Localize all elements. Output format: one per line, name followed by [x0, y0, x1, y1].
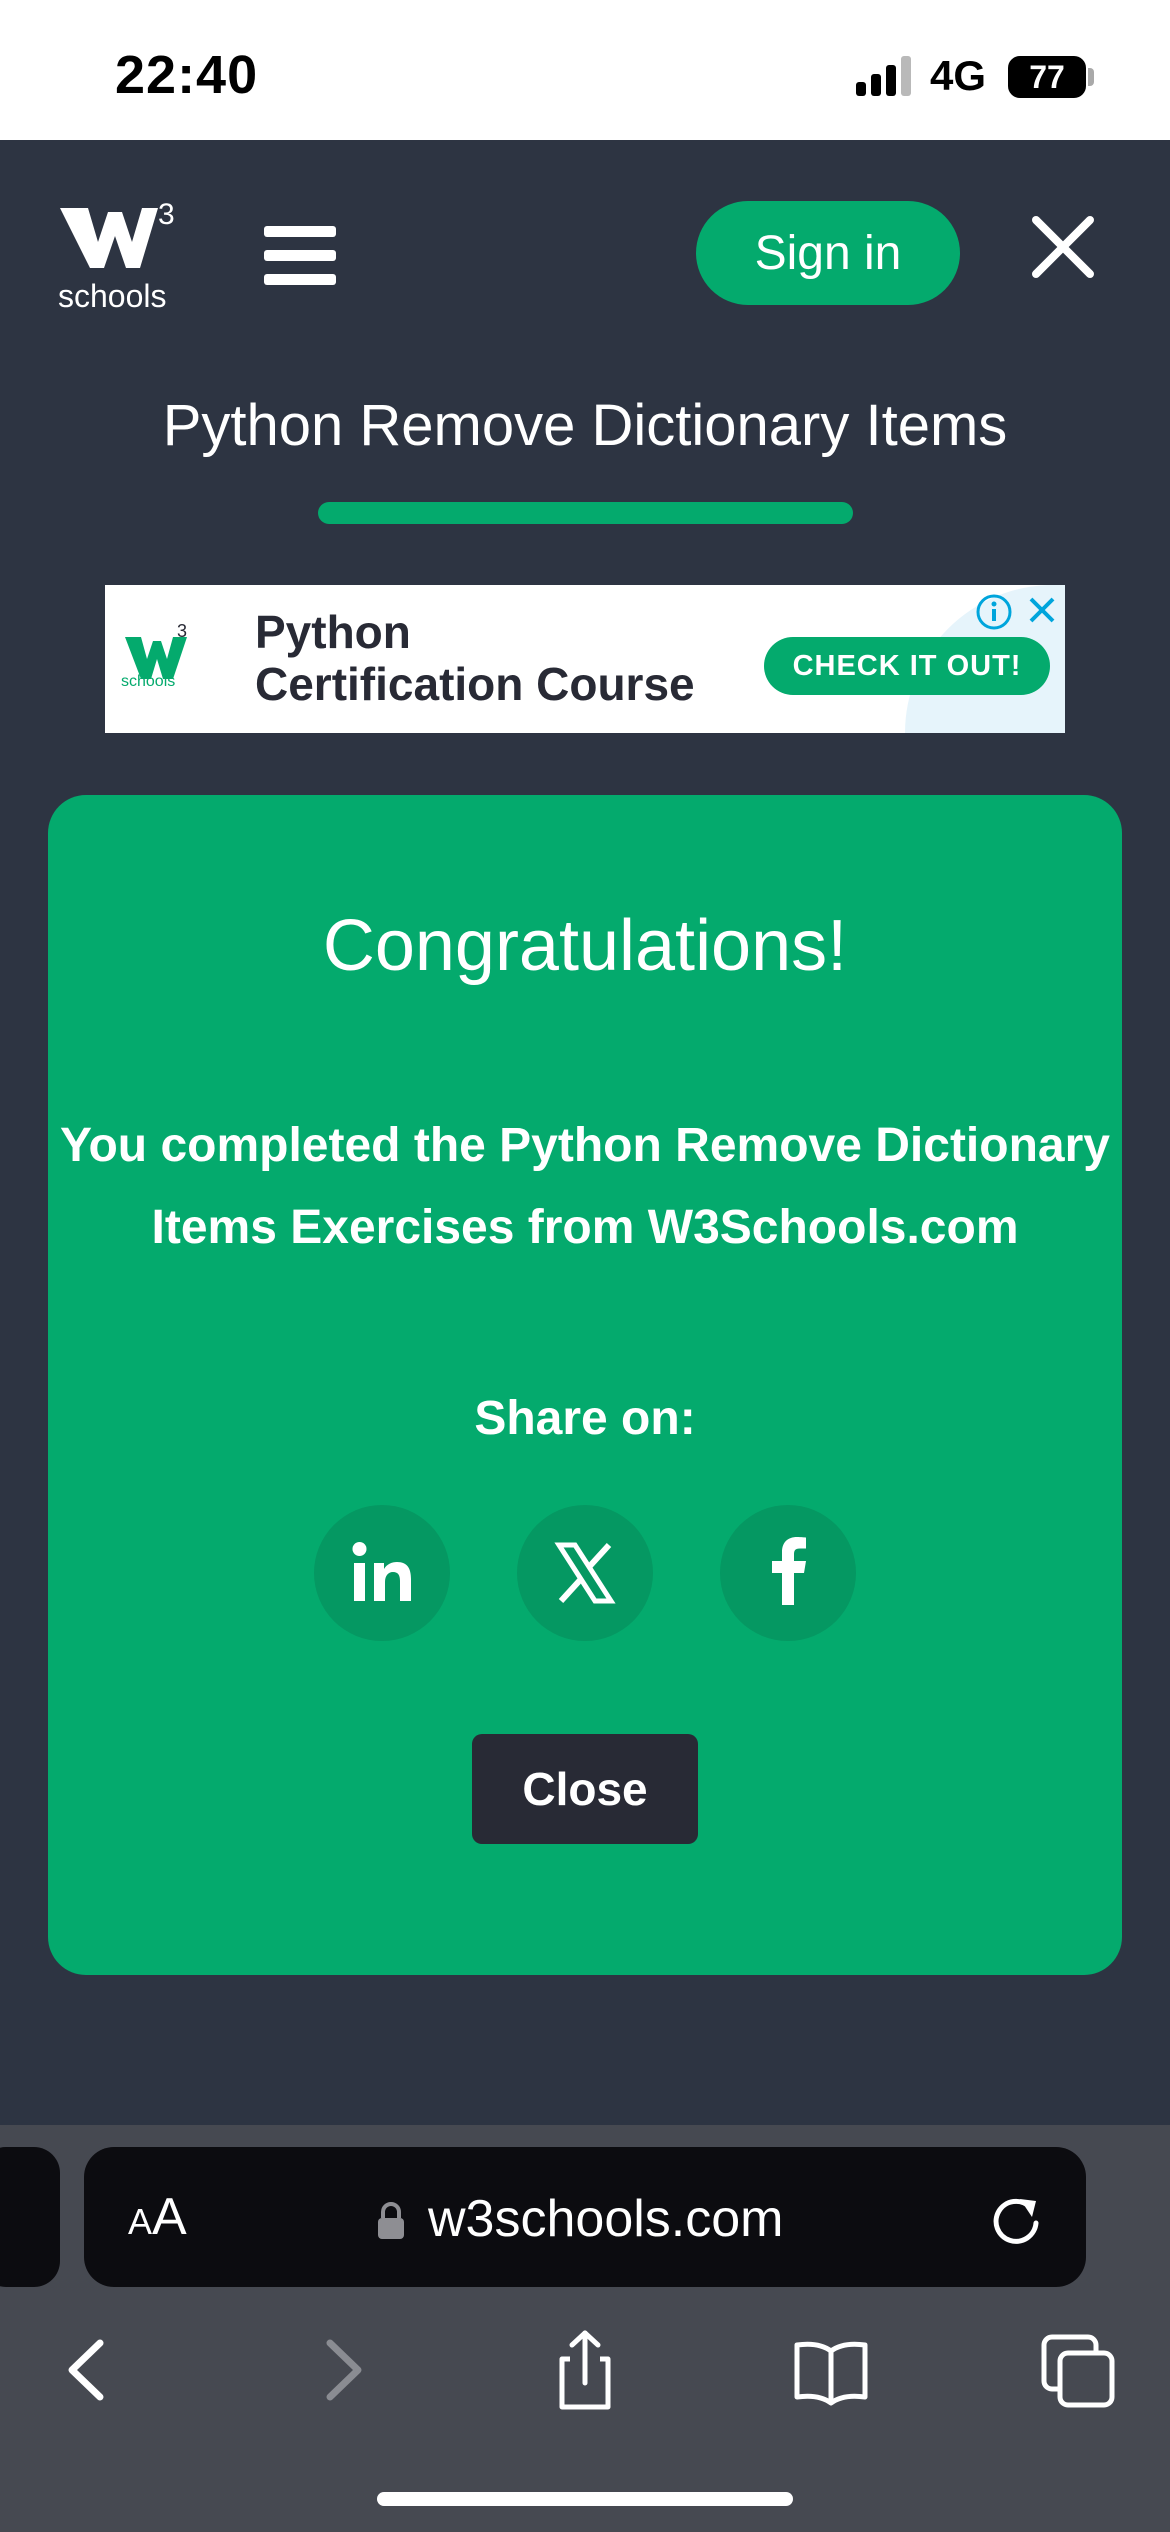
logo-text: schools [58, 278, 167, 314]
ad-logo-superscript: 3 [177, 621, 187, 641]
share-linkedin-button[interactable] [314, 1505, 450, 1641]
sign-in-button[interactable]: Sign in [696, 201, 960, 305]
modal-title: Congratulations! [322, 906, 848, 986]
bookmarks-icon[interactable] [786, 2325, 876, 2415]
share-icon[interactable] [540, 2325, 630, 2415]
ad-close-icon[interactable] [1025, 593, 1059, 627]
text-size-button[interactable]: AA [128, 2187, 187, 2247]
facebook-icon [772, 1537, 806, 1605]
status-time: 22:40 [115, 45, 259, 105]
status-bar: 22:40 4G 77 [0, 0, 1170, 140]
ad-info-icon[interactable] [975, 593, 1013, 631]
url-text: w3schools.com [428, 2190, 784, 2248]
text-size-label-small: A [128, 2201, 153, 2242]
reload-icon[interactable] [984, 2187, 1048, 2251]
modal-message-line-1: You completed the Python Remove Dictiona… [60, 1119, 1110, 1172]
share-label: Share on: [474, 1392, 696, 1445]
previous-tab-preview[interactable] [0, 2147, 60, 2287]
ad-logo-text: schools [121, 673, 176, 690]
signal-icon [856, 56, 914, 96]
x-icon [554, 1542, 616, 1604]
battery-level: 77 [1029, 59, 1065, 95]
share-x-button[interactable] [517, 1505, 653, 1641]
tabs-icon[interactable] [1034, 2325, 1124, 2415]
hamburger-menu-icon[interactable] [264, 226, 336, 286]
browser-toolbar: AA w3schools.com [0, 2125, 1170, 2532]
modal-message-line-2: Items Exercises from W3Schools.com [151, 1201, 1019, 1254]
w3-logo-mark: 3 [60, 198, 175, 268]
w3schools-logo[interactable]: 3 schools [58, 198, 188, 316]
network-type: 4G [930, 52, 987, 99]
home-indicator[interactable] [377, 2492, 793, 2506]
close-button[interactable]: Close [472, 1734, 698, 1844]
ad-line-2: Certification Course [255, 658, 695, 710]
battery-icon: 77 [1008, 56, 1086, 98]
modal-message: You completed the Python Remove Dictiona… [48, 1105, 1122, 1269]
progress-bar [318, 502, 853, 524]
ad-cta-button[interactable]: CHECK IT OUT! [764, 637, 1050, 695]
congratulations-modal: Congratulations! You completed the Pytho… [48, 795, 1122, 1975]
lock-icon [378, 2202, 404, 2239]
share-facebook-button[interactable] [720, 1505, 856, 1641]
ad-banner[interactable]: 3 schools Python Certification Course CH… [105, 585, 1065, 733]
ad-line-1: Python [255, 606, 411, 658]
forward-icon [326, 2339, 362, 2401]
back-icon[interactable] [44, 2325, 134, 2415]
address-bar[interactable]: AA w3schools.com [84, 2147, 1086, 2287]
linkedin-icon [352, 1542, 411, 1601]
logo-superscript: 3 [158, 198, 175, 231]
page-title: Python Remove Dictionary Items [162, 393, 1008, 458]
text-size-label-large: A [152, 2188, 187, 2246]
battery-cap [1088, 68, 1094, 86]
close-icon[interactable] [1028, 212, 1098, 282]
